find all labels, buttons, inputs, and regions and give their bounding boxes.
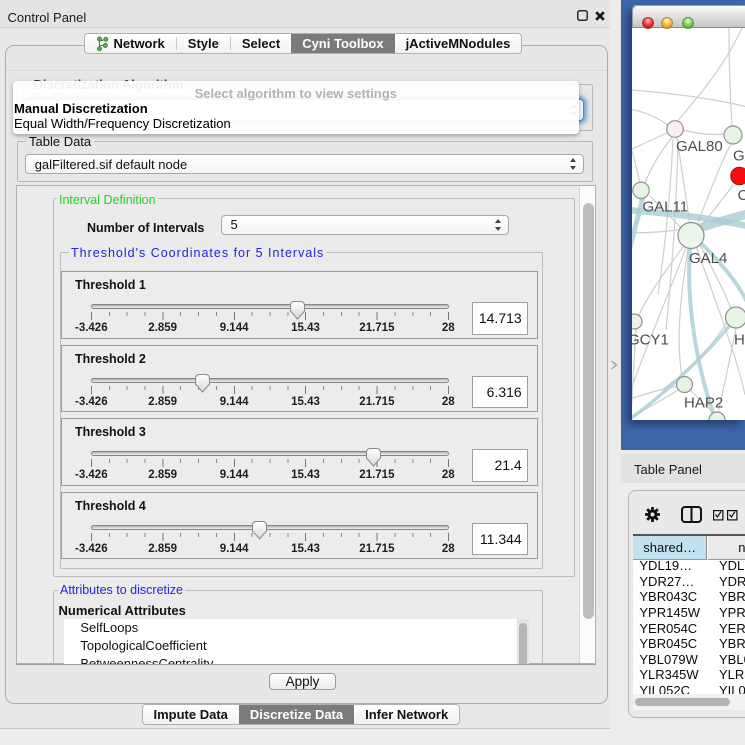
svg-text:GCY1: GCY1	[632, 332, 669, 349]
svg-text:GAL80: GAL80	[676, 138, 723, 155]
svg-text:C: C	[738, 187, 745, 204]
svg-text:H: H	[734, 332, 745, 349]
svg-text:GAL11: GAL11	[643, 199, 689, 216]
svg-text:HAP2: HAP2	[684, 395, 723, 412]
svg-text:GAL: GAL	[733, 148, 745, 165]
svg-text:GAL4: GAL4	[689, 250, 727, 267]
